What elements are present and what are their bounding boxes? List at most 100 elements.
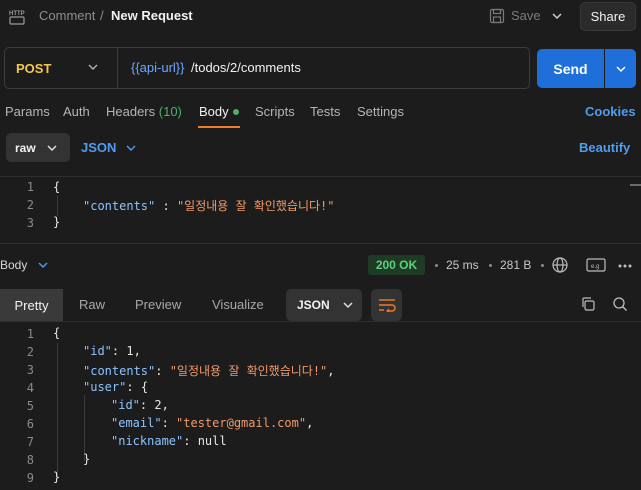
chevron-down-icon[interactable] — [124, 141, 138, 155]
code-line: "user": { — [83, 380, 148, 394]
separator-dot — [489, 264, 492, 267]
divider — [0, 321, 641, 322]
line-number: 3 — [26, 363, 34, 377]
response-body-viewer[interactable]: 1 { 2 "id": 1, 3 "contents": "일정내용 잘 확인했… — [0, 323, 641, 490]
line-number: 8 — [26, 453, 34, 467]
chevron-down-icon — [552, 13, 562, 20]
response-time[interactable]: 25 ms — [446, 258, 479, 272]
json-trail: , — [327, 364, 335, 378]
code-line: "email": "tester@gmail.com", — [111, 416, 313, 430]
send-options-button[interactable] — [605, 49, 636, 88]
copy-icon[interactable] — [580, 296, 596, 315]
code-line: { — [53, 326, 61, 340]
url-input[interactable]: /todos/2/comments — [191, 60, 301, 75]
separator-dot — [541, 264, 544, 267]
json-value: "tester@gmail.com" — [176, 416, 307, 430]
cookies-link[interactable]: Cookies — [585, 104, 636, 119]
search-icon[interactable] — [612, 296, 628, 315]
json-value: "일정내용 잘 확인했습니다!" — [169, 364, 328, 378]
save-options-button[interactable] — [545, 3, 569, 29]
wrap-lines-icon — [378, 299, 396, 312]
svg-text:HTTP: HTTP — [9, 11, 25, 17]
request-body-editor[interactable]: 1 { 2 "contents" : "일정내용 잘 확인했습니다!" 3 } — [0, 178, 641, 240]
send-button[interactable]: Send — [537, 49, 604, 88]
code-line: } — [53, 470, 61, 484]
chevron-down-icon — [615, 65, 626, 72]
chevron-down-icon[interactable] — [86, 60, 100, 74]
method-select[interactable]: POST — [16, 61, 51, 76]
json-key: "id" — [111, 398, 140, 412]
json-trail: , — [133, 344, 141, 358]
beautify-button[interactable]: Beautify — [579, 140, 630, 155]
json-value: 2 — [154, 398, 162, 412]
tab-headers[interactable]: Headers (10) — [106, 104, 182, 119]
tab-tests[interactable]: Tests — [310, 104, 340, 119]
tab-auth[interactable]: Auth — [63, 104, 90, 119]
editor-scrollbar[interactable] — [630, 184, 641, 186]
tab-scripts[interactable]: Scripts — [255, 104, 295, 119]
status-badge[interactable]: 200 OK — [368, 255, 425, 275]
json-value: { — [140, 380, 149, 394]
tab-preview[interactable]: Preview — [135, 297, 181, 312]
headers-count: (10) — [158, 104, 182, 119]
json-key: "id" — [83, 344, 112, 358]
separator-dot — [435, 264, 438, 267]
json-key: "user" — [83, 380, 127, 394]
json-key: "contents" — [83, 199, 156, 213]
body-indicator-dot — [233, 109, 239, 115]
json-key: "nickname" — [111, 434, 184, 448]
chevron-down-icon[interactable] — [37, 259, 49, 271]
more-icon[interactable] — [617, 259, 633, 274]
code-line: } — [83, 452, 91, 466]
share-button[interactable]: Share — [580, 2, 636, 31]
body-language-select[interactable]: JSON — [81, 140, 116, 155]
tab-params[interactable]: Params — [5, 104, 50, 119]
save-icon[interactable] — [489, 8, 505, 24]
body-mode-select[interactable]: raw — [6, 133, 70, 162]
wrap-lines-button[interactable] — [371, 289, 402, 321]
line-number: 5 — [26, 399, 34, 413]
tab-pretty[interactable]: Pretty — [0, 289, 63, 321]
json-sep: : — [161, 416, 177, 430]
line-number: 6 — [26, 417, 34, 431]
tab-body[interactable]: Body — [199, 104, 229, 119]
json-sep: : — [126, 380, 141, 394]
code-line: { — [53, 180, 61, 194]
body-mode-label: raw — [15, 140, 36, 155]
code-line: "id": 1, — [83, 344, 141, 358]
code-line: "contents": "일정내용 잘 확인했습니다!", — [83, 362, 335, 379]
url-variable[interactable]: {{api-url}} — [131, 60, 185, 75]
breadcrumb-separator: / — [100, 8, 104, 23]
url-divider — [117, 48, 118, 88]
response-section-select[interactable]: Body — [0, 258, 27, 272]
active-tab-indicator — [198, 126, 240, 128]
line-number: 9 — [26, 471, 34, 485]
line-number: 3 — [26, 216, 34, 230]
json-sep: : — [139, 398, 155, 412]
response-size[interactable]: 281 B — [500, 258, 531, 272]
tab-raw[interactable]: Raw — [79, 297, 105, 312]
response-format-label: JSON — [297, 298, 330, 312]
json-value: "일정내용 잘 확인했습니다!" — [176, 199, 335, 213]
globe-icon[interactable] — [551, 256, 569, 277]
code-line: "nickname": null — [111, 434, 227, 448]
json-sep: : — [155, 199, 177, 213]
response-format-select[interactable]: JSON — [286, 289, 362, 321]
line-number: 2 — [26, 198, 34, 212]
chevron-down-icon — [343, 302, 353, 309]
tab-settings[interactable]: Settings — [357, 104, 404, 119]
tab-visualize[interactable]: Visualize — [212, 297, 264, 312]
json-sep: : — [183, 434, 198, 448]
indent-guide — [57, 343, 58, 479]
line-number: 1 — [26, 327, 34, 341]
code-line: } — [53, 215, 61, 229]
request-title[interactable]: New Request — [111, 8, 193, 23]
save-button[interactable]: Save — [511, 8, 541, 23]
save-response-icon[interactable]: e.g — [586, 257, 606, 276]
code-line: "contents" : "일정내용 잘 확인했습니다!" — [83, 197, 335, 214]
breadcrumb-collection[interactable]: Comment — [39, 8, 95, 23]
code-line: "id": 2, — [111, 398, 169, 412]
json-value: null — [197, 434, 227, 448]
json-trail: , — [161, 398, 169, 412]
line-number: 4 — [26, 381, 34, 395]
